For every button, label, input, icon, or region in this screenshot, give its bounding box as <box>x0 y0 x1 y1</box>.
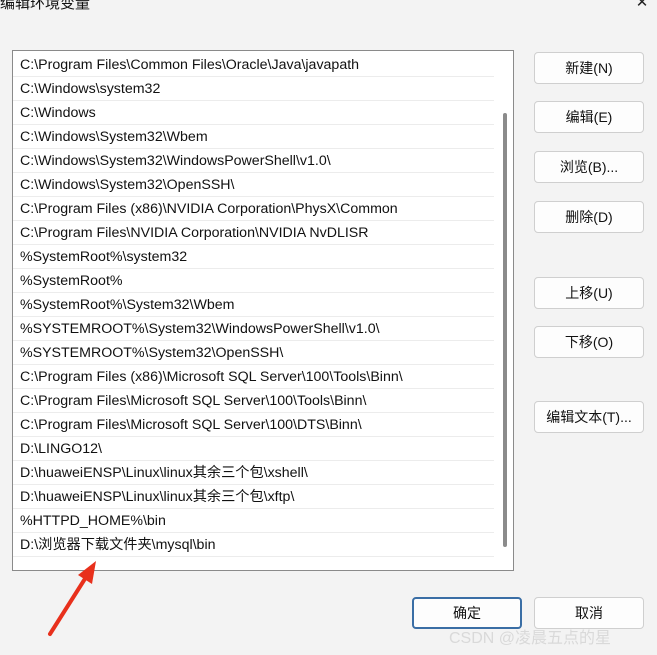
edit-button[interactable]: 编辑(E) <box>534 101 644 133</box>
watermark: CSDN @凌晨五点的星 <box>449 630 612 647</box>
path-list[interactable]: C:\Program Files\Common Files\Oracle\Jav… <box>12 50 514 571</box>
list-item[interactable]: D:\huaweiENSP\Linux\linux其余三个包\xftp\ <box>13 485 494 509</box>
close-icon: ✕ <box>635 0 649 11</box>
move-down-button[interactable]: 下移(O) <box>534 326 644 358</box>
list-item[interactable]: C:\Program Files\NVIDIA Corporation\NVID… <box>13 221 494 245</box>
list-item[interactable]: C:\Program Files (x86)\NVIDIA Corporatio… <box>13 197 494 221</box>
edit-text-button[interactable]: 编辑文本(T)... <box>534 401 644 433</box>
list-item[interactable]: %SYSTEMROOT%\System32\OpenSSH\ <box>13 341 494 365</box>
move-up-button[interactable]: 上移(U) <box>534 277 644 309</box>
list-item[interactable]: C:\Program Files\Common Files\Oracle\Jav… <box>13 53 494 77</box>
new-button[interactable]: 新建(N) <box>534 52 644 84</box>
list-item[interactable]: C:\Windows\system32 <box>13 77 494 101</box>
scrollbar-thumb[interactable] <box>503 113 507 547</box>
list-item[interactable]: %SystemRoot%\System32\Wbem <box>13 293 494 317</box>
list-item[interactable]: C:\Windows\System32\WindowsPowerShell\v1… <box>13 149 494 173</box>
list-item[interactable]: %HTTPD_HOME%\bin <box>13 509 494 533</box>
list-item[interactable]: D:\浏览器下载文件夹\mysql\bin <box>13 533 494 557</box>
list-item[interactable]: C:\Windows\System32\Wbem <box>13 125 494 149</box>
edit-environment-variable-dialog: 编辑环境变量 ✕ C:\Program Files\Common Files\O… <box>0 0 657 655</box>
list-item[interactable]: C:\Program Files (x86)\Microsoft SQL Ser… <box>13 365 494 389</box>
list-item[interactable]: %SystemRoot%\system32 <box>13 245 494 269</box>
path-list-items: C:\Program Files\Common Files\Oracle\Jav… <box>13 53 494 557</box>
list-item[interactable]: %SYSTEMROOT%\System32\WindowsPowerShell\… <box>13 317 494 341</box>
arrow-shaft <box>48 572 90 636</box>
list-item[interactable]: C:\Windows\System32\OpenSSH\ <box>13 173 494 197</box>
scrollbar[interactable] <box>499 51 513 570</box>
dialog-title: 编辑环境变量 <box>0 0 91 12</box>
list-item[interactable]: D:\LINGO12\ <box>13 437 494 461</box>
list-item[interactable]: C:\Program Files\Microsoft SQL Server\10… <box>13 389 494 413</box>
delete-button[interactable]: 删除(D) <box>534 201 644 233</box>
list-item[interactable]: %SystemRoot% <box>13 269 494 293</box>
list-item[interactable]: D:\huaweiENSP\Linux\linux其余三个包\xshell\ <box>13 461 494 485</box>
list-item[interactable]: C:\Program Files\Microsoft SQL Server\10… <box>13 413 494 437</box>
browse-button[interactable]: 浏览(B)... <box>534 151 644 183</box>
list-item[interactable]: C:\Windows <box>13 101 494 125</box>
close-button[interactable]: ✕ <box>628 0 656 16</box>
